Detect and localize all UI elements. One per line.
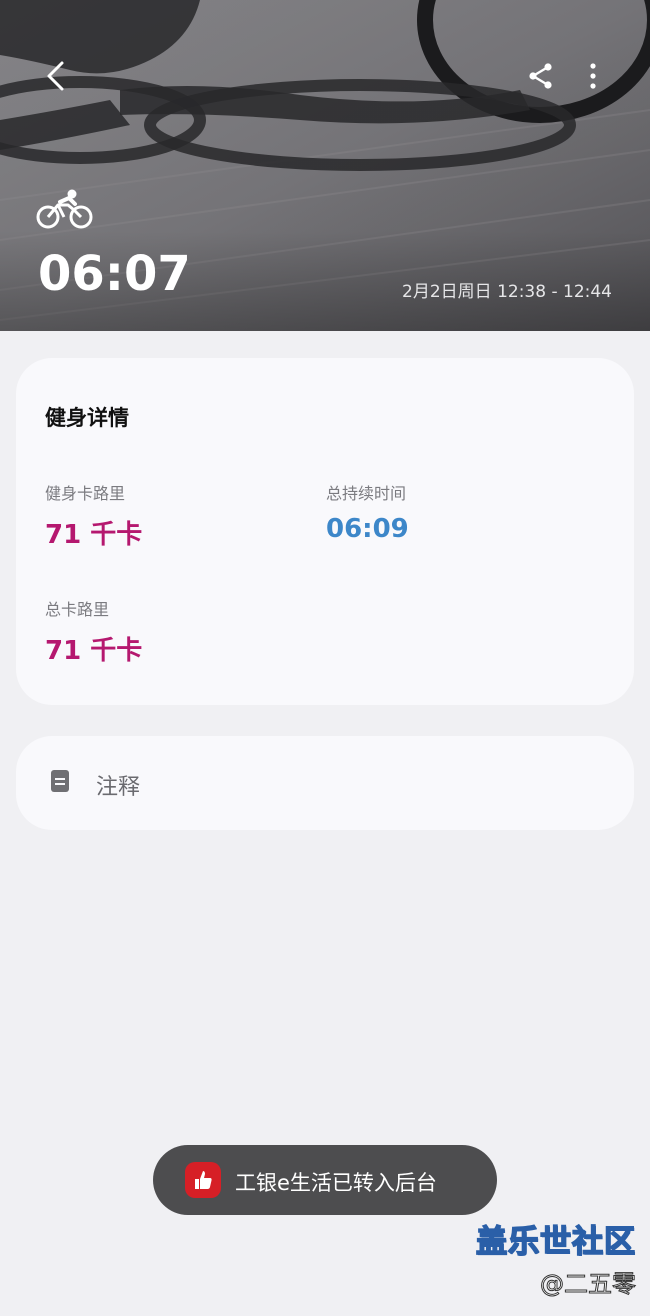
notes-label: 注释 bbox=[96, 775, 141, 800]
chevron-left-icon bbox=[47, 61, 64, 91]
stat-label: 总持续时间 bbox=[326, 484, 407, 503]
stat-workout-calories: 健身卡路里 71 千卡 bbox=[45, 480, 142, 551]
toast-message: 工银e生活已转入后台 bbox=[235, 1171, 437, 1195]
thumbs-up-icon bbox=[195, 1171, 212, 1189]
notes-button[interactable]: 注释 bbox=[16, 736, 634, 830]
back-button[interactable] bbox=[34, 54, 78, 98]
more-options-button[interactable] bbox=[571, 54, 615, 98]
fitness-details-card: 健身详情 健身卡路里 71 千卡 总持续时间 06:09 总卡路里 71 千卡 bbox=[16, 358, 634, 705]
cycling-icon bbox=[36, 189, 93, 229]
app-icon bbox=[185, 1162, 221, 1198]
watermark-community: 盖乐世社区 bbox=[475, 1223, 636, 1261]
workout-time-range: 2月2日周日 12:38 - 12:44 bbox=[402, 282, 612, 302]
card-title: 健身详情 bbox=[45, 406, 129, 430]
watermark-user: @二五零 bbox=[540, 1270, 637, 1299]
stat-value: 06:09 bbox=[326, 514, 409, 544]
background-toast: 工银e生活已转入后台 bbox=[153, 1145, 497, 1215]
share-icon bbox=[529, 63, 552, 89]
note-icon bbox=[51, 770, 69, 792]
stat-total-duration: 总持续时间 06:09 bbox=[326, 480, 409, 544]
stat-value: 71 千卡 bbox=[45, 636, 143, 666]
workout-hero: 06:07 2月2日周日 12:38 - 12:44 bbox=[0, 0, 650, 331]
workout-duration: 06:07 bbox=[38, 246, 191, 302]
more-vertical-icon bbox=[590, 63, 596, 89]
stat-label: 总卡路里 bbox=[45, 600, 110, 619]
stat-value: 71 千卡 bbox=[45, 520, 143, 550]
stat-label: 健身卡路里 bbox=[45, 484, 126, 503]
stat-total-calories: 总卡路里 71 千卡 bbox=[45, 596, 142, 667]
share-button[interactable] bbox=[519, 54, 563, 98]
